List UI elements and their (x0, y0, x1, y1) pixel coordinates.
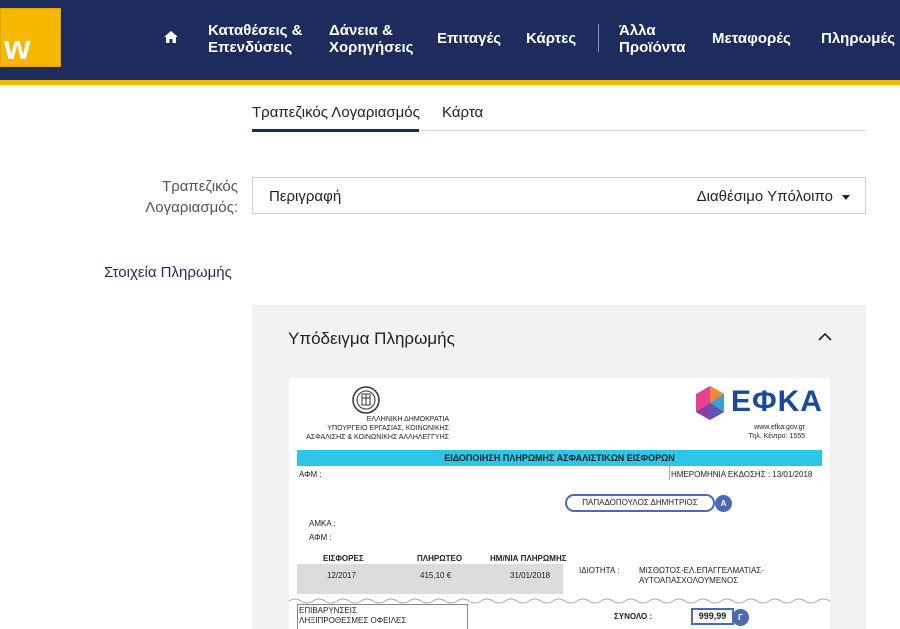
afm-label: ΑΦΜ : (309, 533, 332, 542)
home-icon[interactable] (163, 29, 179, 45)
nav-divider (598, 24, 599, 52)
issue-date: ΗΜΕΡΟΜΗΝΙΑ ΕΚΔΟΣΗΣ : 13/01/2018 (671, 470, 813, 479)
nav-cards[interactable]: Κάρτες (526, 30, 576, 47)
account-description-header: Περιγραφή (269, 188, 342, 205)
nav-deposits-investments[interactable]: Καταθέσεις & Επενδύσεις (208, 22, 302, 56)
badge-g: Γ (732, 609, 749, 626)
account-balance-header: Διαθέσιμο Υπόλοιπο (696, 188, 833, 205)
notice-banner: ΕΙΔΟΠΟΙΗΣΗ ΠΛΗΡΩΜΗΣ ΑΣΦΑΛΙΣΤΙΚΩΝ ΕΙΣΦΟΡΩ… (297, 450, 822, 466)
capacity-value: ΜΙΣΘΩΤΟΣ-ΕΛ.ΕΠΑΓΓΕΛΜΑΤΙΑΣ- ΑΥΤΟΑΠΑΣΧΟΛΟΥ… (639, 566, 764, 585)
ministry-text: ΕΛΛΗΝΙΚΗ ΔΗΜΟΚΡΑΤΙΑ ΥΠΟΥΡΓΕΙΟ ΕΡΓΑΣΙΑΣ, … (306, 416, 449, 441)
logo-text: w (4, 29, 31, 67)
total-label: ΣΥΝΟΛΟ : (614, 612, 653, 621)
nav-other-products[interactable]: Άλλα Προϊόντα (619, 22, 685, 56)
account-select[interactable]: Περιγραφή Διαθέσιμο Υπόλοιπο (252, 177, 866, 214)
caret-down-icon (842, 195, 850, 200)
nav-transfers[interactable]: Μεταφορές (712, 30, 791, 47)
top-nav: w Καταθέσεις & Επενδύσεις Δάνεια & Χορηγ… (0, 0, 900, 80)
tab-card[interactable]: Κάρτα (442, 104, 483, 121)
account-label: Τραπεζικός Λογαριασμός: (145, 178, 238, 216)
payment-sample-title: Υπόδειγμα Πληρωμής (288, 329, 455, 348)
capacity-label: ΙΔΙΟΤΗΤΑ : (579, 566, 620, 575)
col-contributions: ΕΙΣΦΟΡΕΣ (323, 554, 364, 563)
bank-logo[interactable]: w (0, 8, 61, 67)
nav-payments[interactable]: Πληρωμές (821, 30, 895, 47)
tab-bank-account[interactable]: Τραπεζικός Λογαριασμός (252, 104, 420, 121)
afm-top-label: ΑΦΜ : (299, 470, 322, 479)
payment-sample-panel: Υπόδειγμα Πληρωμής ΕΛΛΗΝΙΚΗ ΔΗΜΟΚΡΑΤΙΑ Υ… (252, 305, 866, 629)
nav-accent-bar (0, 80, 900, 85)
nav-cheques[interactable]: Επιταγές (437, 30, 501, 47)
sample-document-image: ΕΛΛΗΝΙΚΗ ΔΗΜΟΚΡΑΤΙΑ ΥΠΟΥΡΓΕΙΟ ΕΡΓΑΣΙΑΣ, … (289, 378, 830, 629)
efka-brand-text: ΕΦΚΑ (731, 385, 823, 418)
efka-contact: www.efka.gov.gr Τηλ. Κέντρο: 1555 (748, 424, 805, 440)
nav-loans[interactable]: Δάνεια & Χορηγήσεις (329, 22, 413, 56)
fees-label: ΕΠΙΒΑΡΥΝΣΕΙΣ ΛΗΞΙΠΡΟΘΕΣΜΕΣ ΟΦΕΙΛΕΣ (299, 606, 407, 625)
badge-a: Α (715, 495, 732, 512)
active-tab-indicator (252, 129, 419, 132)
col-payable: ΠΛΗΡΩΤΕΟ (417, 554, 463, 563)
amka-label: ΑΜΚΑ : (309, 519, 336, 528)
col-payment-date: ΗΜ/ΝΙΑ ΠΛΗΡΩΜΗΣ (490, 554, 567, 563)
payment-details-title: Στοιχεία Πληρωμής (104, 264, 232, 281)
val-payment-date: 31/01/2018 (510, 571, 551, 580)
payer-name-field: ΠΑΠΑΔΟΠΟΥΛΟΣ ΔΗΜΗΤΡΙΟΣ (565, 494, 715, 512)
efka-logo-icon (696, 386, 724, 420)
payment-source-tabs: Τραπεζικός Λογαριασμός Κάρτα (252, 100, 866, 132)
chevron-up-icon[interactable] (818, 332, 832, 342)
total-amount: 999,99 (691, 608, 734, 625)
val-payable: 415,10 € (420, 571, 452, 580)
greek-crest-icon (352, 386, 380, 414)
val-contributions: 12/2017 (327, 571, 356, 580)
